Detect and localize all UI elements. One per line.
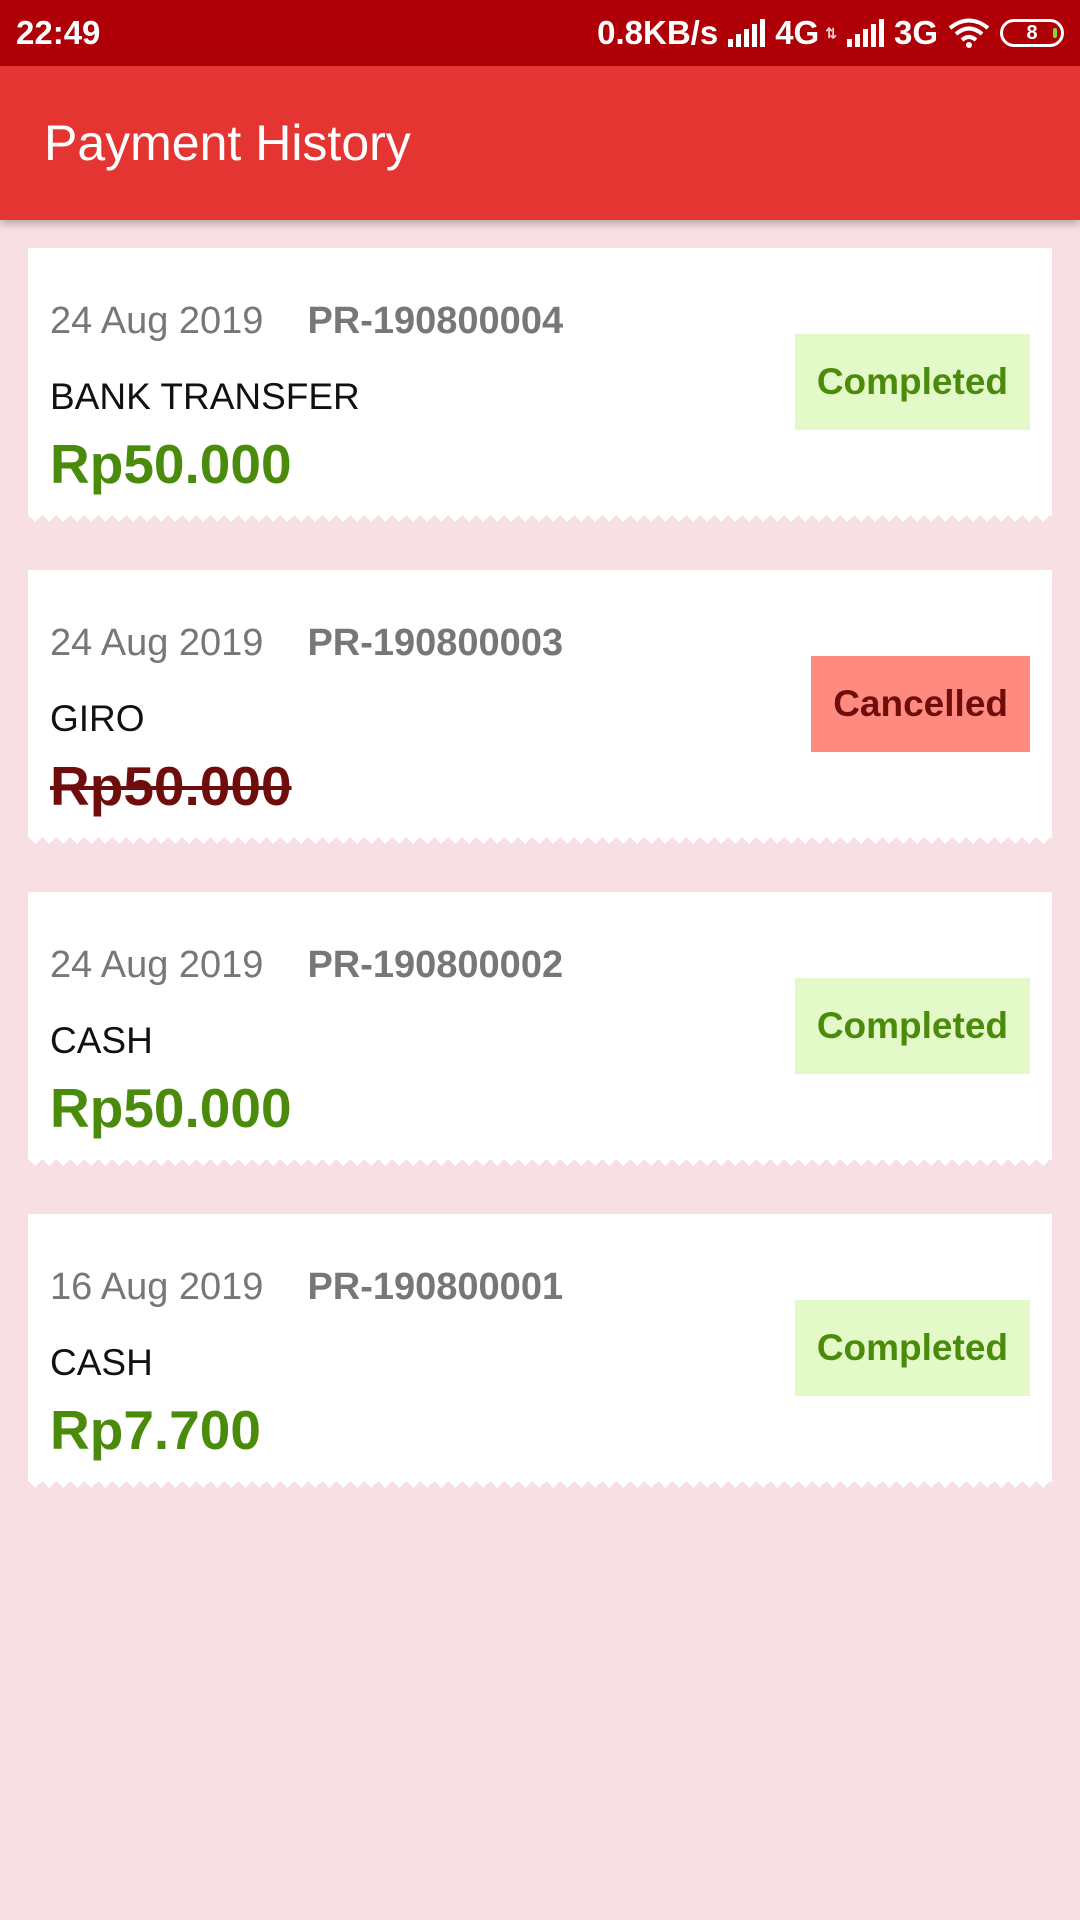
payment-meta: 24 Aug 2019 PR-190800002 (50, 944, 563, 987)
payment-amount: Rp50.000 (50, 1077, 292, 1139)
battery-icon: 8 (1000, 19, 1064, 47)
wifi-icon (948, 17, 990, 49)
payment-date: 24 Aug 2019 (50, 944, 264, 986)
payment-card[interactable]: 24 Aug 2019 PR-190800002 CASH Rp50.000 C… (28, 892, 1052, 1173)
payment-amount: Rp50.000 (50, 755, 292, 817)
payment-card[interactable]: 16 Aug 2019 PR-190800001 CASH Rp7.700 Co… (28, 1214, 1052, 1495)
payment-method: CASH (50, 1342, 153, 1383)
payment-list: 24 Aug 2019 PR-190800004 BANK TRANSFER R… (28, 248, 1052, 1536)
payment-amount: Rp50.000 (50, 433, 292, 495)
status-bar: 22:49 0.8KB/s 4G ⇅ 3G 8 (0, 0, 1080, 66)
signal-icon-2 (846, 19, 884, 47)
payment-meta: 24 Aug 2019 PR-190800004 (50, 300, 563, 343)
network-type-1: 4G (775, 14, 820, 51)
signal-icon (728, 19, 766, 47)
payment-date: 24 Aug 2019 (50, 622, 264, 664)
payment-card[interactable]: 24 Aug 2019 PR-190800004 BANK TRANSFER R… (28, 248, 1052, 529)
payment-method: GIRO (50, 698, 145, 739)
network-speed: 0.8KB/s (597, 14, 719, 51)
battery-level: 8 (1026, 21, 1038, 44)
status-badge: Completed (794, 978, 1030, 1074)
payment-date: 24 Aug 2019 (50, 300, 264, 342)
payment-amount: Rp7.700 (50, 1399, 261, 1461)
payment-card[interactable]: 24 Aug 2019 PR-190800003 GIRO Rp50.000 C… (28, 570, 1052, 851)
payment-id: PR-190800002 (307, 944, 564, 986)
payment-id: PR-190800003 (307, 622, 564, 664)
payment-date: 16 Aug 2019 (50, 1266, 264, 1308)
payment-method: BANK TRANSFER (50, 376, 360, 417)
status-badge: Cancelled (811, 656, 1030, 752)
payment-id: PR-190800004 (307, 300, 564, 342)
page-title: Payment History (44, 115, 411, 171)
data-arrows-icon: ⇅ (825, 24, 837, 41)
payment-meta: 24 Aug 2019 PR-190800003 (50, 622, 563, 665)
status-time: 22:49 (16, 14, 101, 51)
network-type-2: 3G (893, 14, 938, 51)
app-bar: Payment History (0, 66, 1080, 220)
payment-id: PR-190800001 (307, 1266, 564, 1308)
payment-method: CASH (50, 1020, 153, 1061)
status-indicators: 0.8KB/s 4G ⇅ 3G 8 (597, 14, 1064, 52)
status-badge: Completed (794, 334, 1030, 430)
payment-meta: 16 Aug 2019 PR-190800001 (50, 1266, 563, 1309)
status-badge: Completed (794, 1300, 1030, 1396)
